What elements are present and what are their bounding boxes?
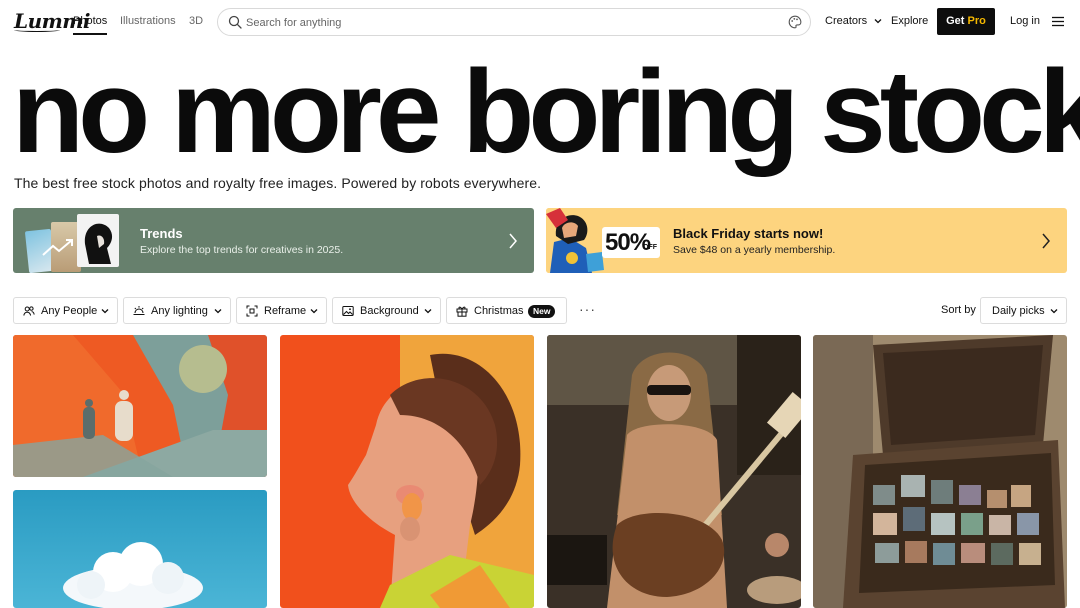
- filter-people-label: Any People: [41, 305, 98, 317]
- top-nav: Lummi Photos Illustrations 3D Creators E…: [0, 0, 1080, 44]
- photo-card[interactable]: [813, 335, 1067, 608]
- lighting-icon: [133, 306, 145, 315]
- filter-lighting[interactable]: Any lighting: [123, 297, 231, 324]
- logo-swash: [14, 28, 60, 32]
- creators-label: Creators: [825, 15, 868, 27]
- photo-crystal-chest: [813, 335, 1067, 608]
- sale-badge: 50% OFF: [602, 227, 660, 258]
- search-icon: [228, 15, 242, 29]
- filter-people[interactable]: Any People: [13, 297, 118, 324]
- trends-title: Trends: [140, 226, 183, 241]
- trend-arrow-icon: [42, 239, 73, 256]
- get-pro-prefix: Get: [946, 15, 968, 27]
- get-pro-suffix: Pro: [967, 15, 986, 27]
- chevron-down-icon: [424, 309, 432, 314]
- photo-card[interactable]: [13, 490, 267, 608]
- hamburger-menu-icon[interactable]: [1052, 16, 1064, 27]
- photo-card[interactable]: [280, 335, 534, 608]
- sale-off-label: OFF: [643, 244, 657, 251]
- hero-subtitle: The best free stock photos and royalty f…: [14, 175, 542, 191]
- photo-card[interactable]: [13, 335, 267, 477]
- chevron-right-icon: [1042, 233, 1050, 249]
- filter-christmas-label: Christmas: [474, 305, 524, 317]
- filter-lighting-label: Any lighting: [151, 305, 208, 317]
- search-input[interactable]: [246, 14, 766, 32]
- chevron-down-icon: [1050, 309, 1058, 314]
- black-friday-banner[interactable]: 50% OFF Black Friday starts now! Save $4…: [546, 208, 1067, 273]
- tab-illustrations[interactable]: Illustrations: [120, 15, 176, 27]
- chevron-down-icon: [874, 19, 882, 24]
- filter-christmas[interactable]: Christmas New: [446, 297, 567, 324]
- hero-title: no more boring stock: [12, 46, 1080, 178]
- tab-3d[interactable]: 3D: [189, 15, 203, 27]
- people-icon: [23, 306, 35, 316]
- sort-dropdown[interactable]: Daily picks: [980, 297, 1067, 324]
- black-friday-title: Black Friday starts now!: [673, 226, 824, 241]
- sort-value: Daily picks: [992, 305, 1045, 317]
- reframe-icon: [246, 305, 258, 317]
- trends-description: Explore the top trends for creatives in …: [140, 244, 344, 256]
- filter-reframe-label: Reframe: [264, 305, 307, 317]
- get-pro-button[interactable]: Get Pro: [937, 8, 995, 35]
- photo-cloud: [13, 490, 267, 608]
- chevron-right-icon: [509, 233, 517, 249]
- chevron-down-icon: [101, 309, 109, 314]
- active-tab-indicator: [73, 33, 107, 35]
- photo-woman-profile: [280, 335, 534, 608]
- creators-dropdown[interactable]: Creators: [825, 15, 883, 27]
- black-friday-illustration: [546, 208, 608, 273]
- photo-guitarist: [547, 335, 801, 608]
- photo-surreal-figures: [13, 335, 267, 477]
- trend-portrait-thumbnail: [77, 214, 119, 267]
- filter-background-label: Background: [360, 305, 419, 317]
- sort-by-label: Sort by: [941, 304, 976, 316]
- filter-background[interactable]: Background: [332, 297, 441, 324]
- search-bar[interactable]: [217, 8, 811, 36]
- trends-banner[interactable]: Trends Explore the top trends for creati…: [13, 208, 534, 273]
- sale-percent: 50%: [605, 229, 651, 256]
- more-filters-icon[interactable]: ···: [579, 301, 596, 317]
- chevron-down-icon: [310, 309, 318, 314]
- tab-photos[interactable]: Photos: [73, 15, 107, 27]
- gift-icon: [456, 306, 468, 317]
- black-friday-description: Save $48 on a yearly membership.: [673, 244, 836, 256]
- image-icon: [342, 306, 354, 316]
- new-badge: New: [528, 305, 556, 318]
- photo-card[interactable]: [547, 335, 801, 608]
- color-palette-icon[interactable]: [788, 15, 802, 29]
- filter-reframe[interactable]: Reframe: [236, 297, 327, 324]
- explore-link[interactable]: Explore: [891, 15, 928, 27]
- login-link[interactable]: Log in: [1010, 15, 1040, 27]
- chevron-down-icon: [214, 309, 222, 314]
